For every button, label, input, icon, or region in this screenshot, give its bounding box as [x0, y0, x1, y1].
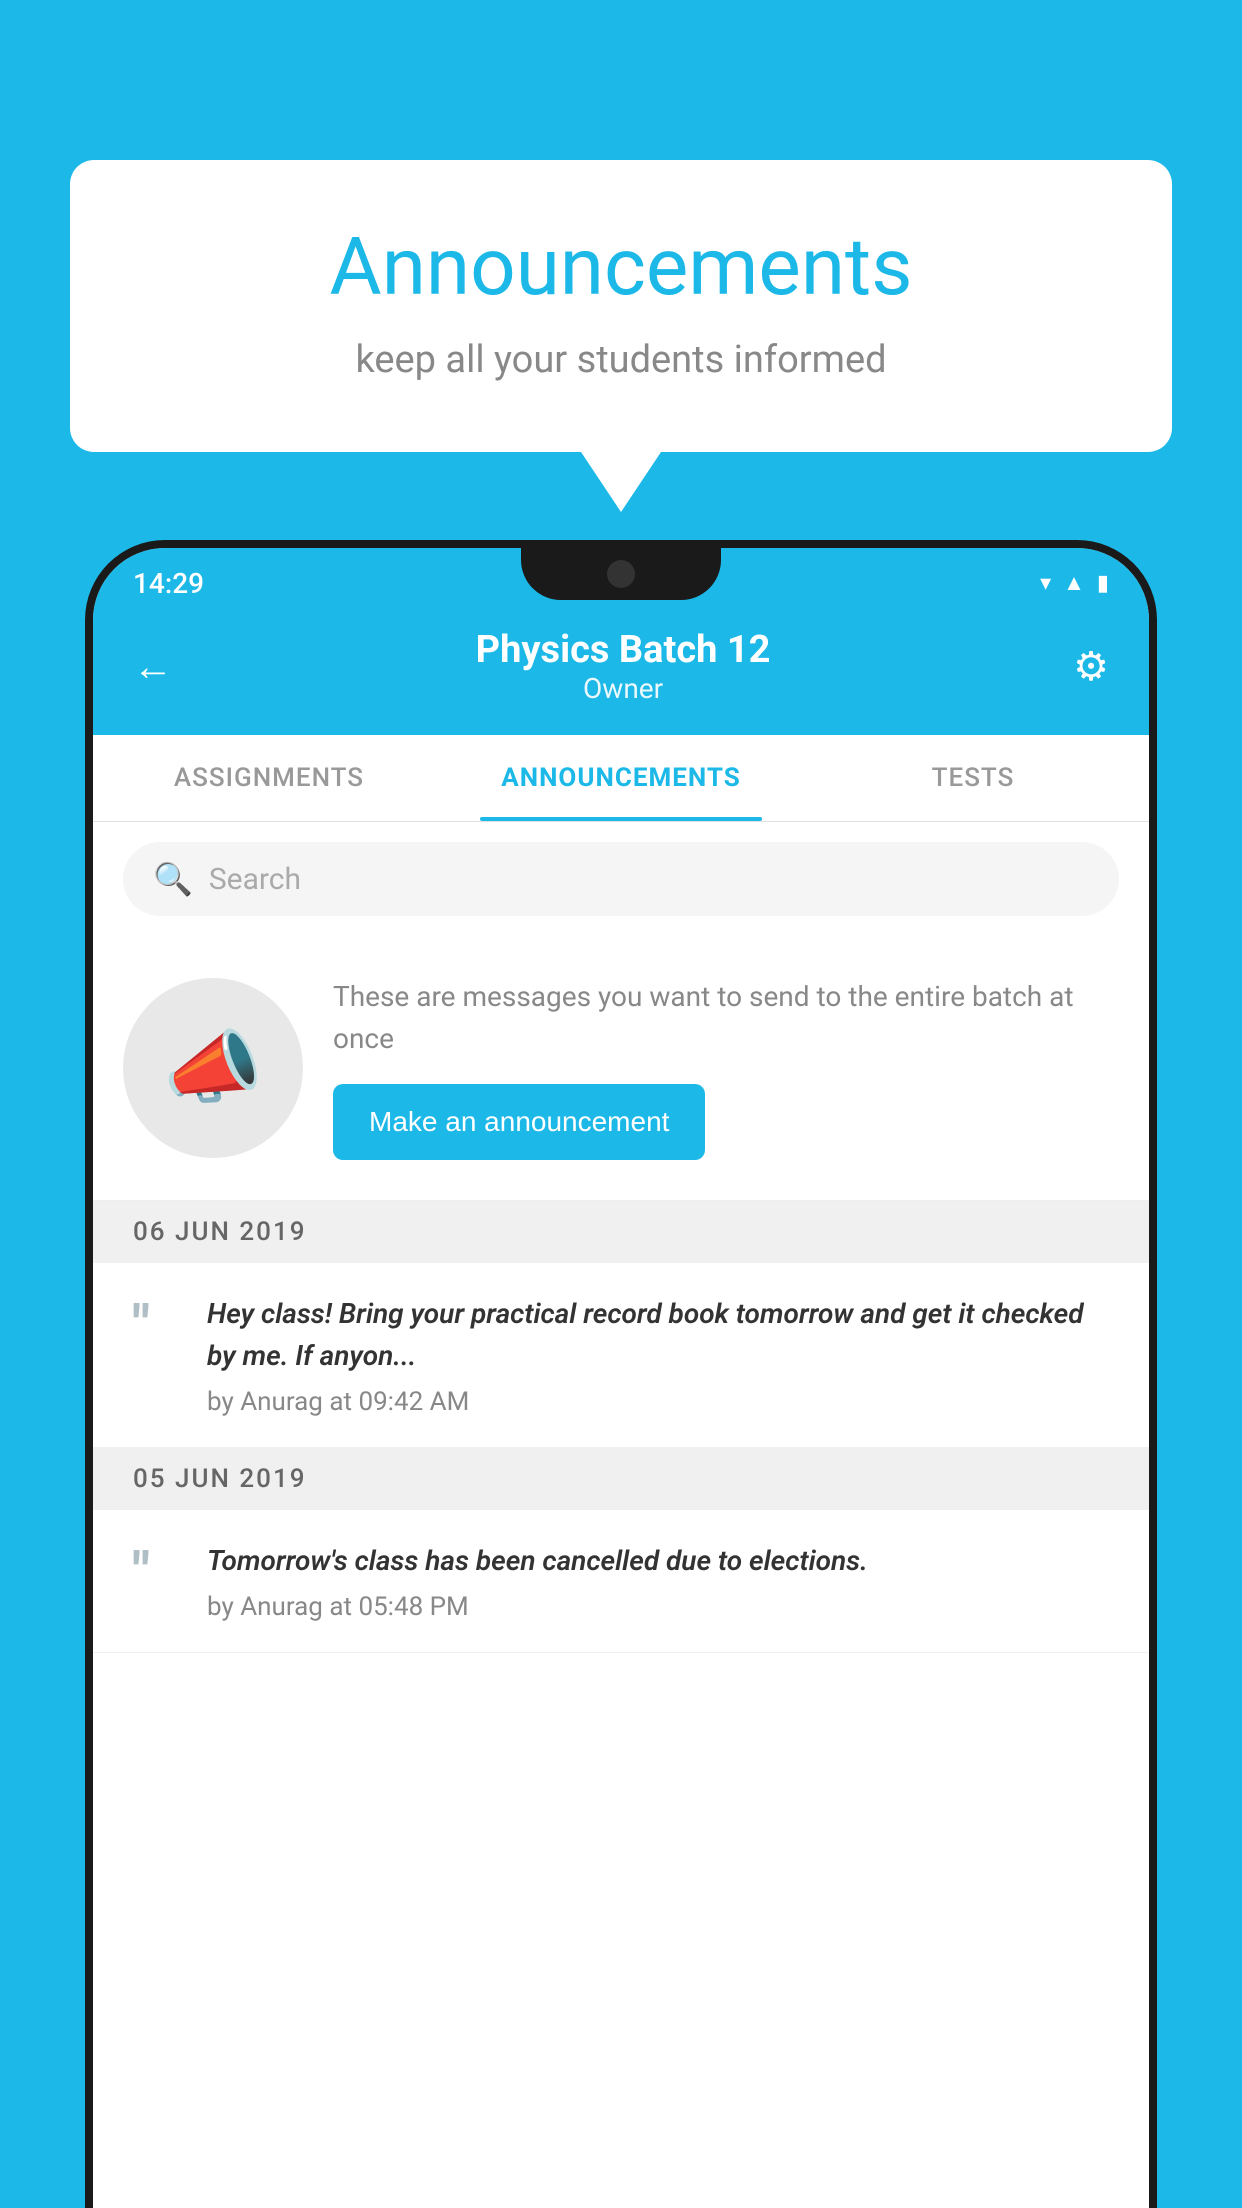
- announcement-text-1: Hey class! Bring your practical record b…: [207, 1293, 1109, 1377]
- megaphone-icon: 📣: [163, 1021, 263, 1115]
- tabs-container: ASSIGNMENTS ANNOUNCEMENTS TESTS: [93, 735, 1149, 822]
- settings-button[interactable]: ⚙: [1073, 643, 1109, 690]
- tab-announcements[interactable]: ANNOUNCEMENTS: [445, 735, 797, 821]
- speech-bubble: Announcements keep all your students inf…: [70, 160, 1172, 452]
- battery-icon: ▮: [1097, 571, 1109, 596]
- phone-frame: 14:29 ▾ ▲ ▮ ← Physics Batch 12 Owner ⚙ A…: [85, 540, 1157, 2208]
- tab-tests[interactable]: TESTS: [797, 735, 1149, 821]
- announcement-text-2: Tomorrow's class has been cancelled due …: [207, 1540, 1109, 1582]
- search-icon: 🔍: [153, 860, 193, 898]
- batch-role: Owner: [476, 672, 771, 705]
- announcement-item-1[interactable]: " Hey class! Bring your practical record…: [93, 1263, 1149, 1448]
- date-separator-2: 05 JUN 2019: [93, 1448, 1149, 1510]
- quote-icon-1: ": [133, 1299, 183, 1351]
- app-header: ← Physics Batch 12 Owner ⚙: [93, 608, 1149, 735]
- make-announcement-button[interactable]: Make an announcement: [333, 1084, 705, 1160]
- status-time: 14:29: [133, 567, 204, 600]
- batch-title: Physics Batch 12: [476, 628, 771, 672]
- speech-bubble-arrow: [581, 452, 661, 512]
- date-separator-1: 06 JUN 2019: [93, 1201, 1149, 1263]
- announcement-meta-1: by Anurag at 09:42 AM: [207, 1387, 1109, 1417]
- search-container: 🔍 Search: [93, 822, 1149, 936]
- wifi-icon: ▾: [1040, 571, 1051, 596]
- announcement-meta-2: by Anurag at 05:48 PM: [207, 1592, 1109, 1622]
- signal-icon: ▲: [1063, 570, 1085, 596]
- promo-description: These are messages you want to send to t…: [333, 976, 1119, 1060]
- speech-bubble-subtitle: keep all your students informed: [150, 338, 1092, 382]
- promo-card: 📣 These are messages you want to send to…: [93, 936, 1149, 1201]
- promo-icon-circle: 📣: [123, 978, 303, 1158]
- front-camera: [607, 560, 635, 588]
- promo-content: These are messages you want to send to t…: [333, 976, 1119, 1160]
- speech-bubble-title: Announcements: [150, 220, 1092, 314]
- speech-bubble-container: Announcements keep all your students inf…: [70, 160, 1172, 512]
- status-icons: ▾ ▲ ▮: [1040, 570, 1109, 596]
- quote-icon-2: ": [133, 1546, 183, 1598]
- search-placeholder: Search: [209, 862, 301, 897]
- announcement-content-2: Tomorrow's class has been cancelled due …: [207, 1540, 1109, 1622]
- search-bar[interactable]: 🔍 Search: [123, 842, 1119, 916]
- phone-screen: 14:29 ▾ ▲ ▮ ← Physics Batch 12 Owner ⚙ A…: [93, 548, 1149, 2208]
- header-center: Physics Batch 12 Owner: [476, 628, 771, 705]
- announcement-item-2[interactable]: " Tomorrow's class has been cancelled du…: [93, 1510, 1149, 1653]
- announcement-content-1: Hey class! Bring your practical record b…: [207, 1293, 1109, 1417]
- back-button[interactable]: ←: [133, 643, 173, 690]
- tab-assignments[interactable]: ASSIGNMENTS: [93, 735, 445, 821]
